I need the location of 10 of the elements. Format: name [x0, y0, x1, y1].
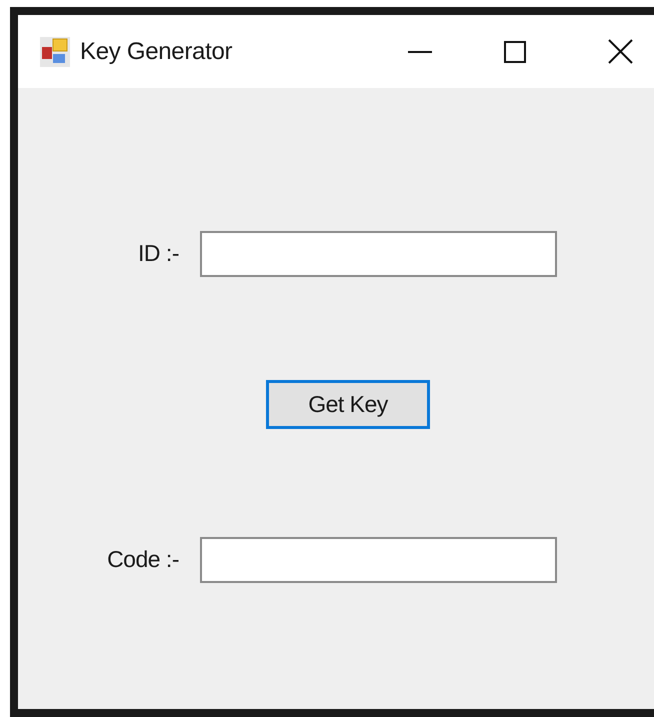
- minimize-icon[interactable]: [408, 50, 432, 54]
- field-label: Code :-: [106, 546, 180, 573]
- maximize-icon[interactable]: [504, 40, 526, 62]
- close-icon[interactable]: [608, 39, 633, 64]
- input-field[interactable]: [200, 536, 557, 582]
- window-title: Key Generator: [80, 38, 232, 66]
- get-key-button[interactable]: Get Key: [266, 380, 430, 429]
- app-icon: [39, 36, 71, 68]
- field-label: ID :-: [137, 240, 180, 267]
- input-field[interactable]: [200, 230, 557, 276]
